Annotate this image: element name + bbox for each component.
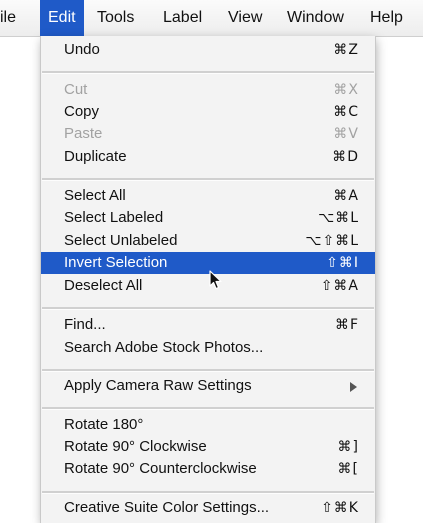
menu-item-shortcut: ⌥⇧⌘L (305, 233, 359, 249)
menu-item-shortcut: ⌘X (333, 82, 359, 98)
menu-item-undo[interactable]: Undo ⌘Z (41, 39, 375, 61)
menu-item-label: Cut (64, 81, 88, 98)
menubar-file[interactable]: ile (0, 0, 16, 36)
menu-item-label: Search Adobe Stock Photos... (64, 339, 264, 356)
menu-item-shortcut: ⇧⌘A (320, 278, 359, 294)
menu-item-duplicate[interactable]: Duplicate ⌘D (41, 146, 375, 168)
menu-item-label: Rotate 90° Counterclockwise (64, 460, 257, 477)
menubar-tools[interactable]: Tools (97, 0, 134, 36)
menu-item-shortcut: ⌘A (333, 188, 359, 204)
menu-item-shortcut: ⇧⌘I (326, 255, 359, 271)
menu-item-label: Deselect All (64, 277, 143, 294)
menu-item-creative-suite-color-settings[interactable]: Creative Suite Color Settings... ⇧⌘K (41, 497, 375, 519)
menu-item-label: Copy (64, 103, 100, 120)
menu-item-find[interactable]: Find... ⌘F (41, 314, 375, 336)
menu-item-copy[interactable]: Copy ⌘C (41, 101, 375, 123)
menu-item-label: Select Labeled (64, 209, 164, 226)
edit-menu: Undo ⌘Z Cut ⌘X Copy ⌘C Paste ⌘V Duplicat… (40, 36, 376, 523)
menubar-view[interactable]: View (228, 0, 262, 36)
menu-bar: ile Edit Tools Label View Window Help (0, 0, 423, 37)
menubar-window[interactable]: Window (287, 0, 344, 36)
menu-item-rotate-90-cw[interactable]: Rotate 90° Clockwise ⌘] (41, 436, 375, 458)
menu-item-label: Apply Camera Raw Settings (64, 377, 252, 394)
menu-item-shortcut: ⌘[ (337, 461, 359, 477)
menubar-label[interactable]: Label (163, 0, 202, 36)
mouse-pointer-icon (209, 270, 222, 290)
menu-item-rotate-90-ccw[interactable]: Rotate 90° Counterclockwise ⌘[ (41, 458, 375, 480)
menu-item-label: Creative Suite Color Settings... (64, 499, 270, 516)
menu-item-invert-selection[interactable]: Invert Selection ⇧⌘I (41, 252, 375, 274)
menu-item-shortcut: ⌘D (332, 149, 359, 165)
menu-item-shortcut: ⇧⌘K (321, 500, 359, 516)
menu-item-label: Select Unlabeled (64, 232, 178, 249)
menu-item-select-labeled[interactable]: Select Labeled ⌥⌘L (41, 207, 375, 229)
menu-item-shortcut: ⌘] (337, 439, 359, 455)
submenu-arrow-icon (350, 382, 357, 392)
menu-item-shortcut: ⌘Z (333, 42, 359, 58)
menu-separator (42, 407, 374, 410)
menu-separator (42, 369, 374, 372)
menu-item-select-unlabeled[interactable]: Select Unlabeled ⌥⇧⌘L (41, 230, 375, 252)
menubar-edit[interactable]: Edit (40, 0, 84, 36)
menu-item-label: Rotate 90° Clockwise (64, 438, 207, 455)
menu-item-label: Invert Selection (64, 254, 168, 271)
menu-separator (42, 71, 374, 74)
menu-separator (42, 307, 374, 310)
menubar-help[interactable]: Help (370, 0, 403, 36)
menu-item-shortcut: ⌘V (333, 126, 359, 142)
menu-item-label: Paste (64, 125, 103, 142)
menu-item-search-adobe-stock[interactable]: Search Adobe Stock Photos... (41, 337, 375, 359)
menu-separator (42, 491, 374, 494)
menu-item-label: Select All (64, 187, 126, 204)
menu-item-deselect-all[interactable]: Deselect All ⇧⌘A (41, 275, 375, 297)
menu-item-rotate-180[interactable]: Rotate 180° (41, 414, 375, 436)
menu-item-label: Duplicate (64, 148, 127, 165)
menu-item-shortcut: ⌘C (333, 104, 359, 120)
menu-item-shortcut: ⌘F (334, 317, 359, 333)
menu-separator (42, 178, 374, 181)
menu-item-select-all[interactable]: Select All ⌘A (41, 185, 375, 207)
menu-item-shortcut: ⌥⌘L (318, 210, 359, 226)
menu-item-cut: Cut ⌘X (41, 79, 375, 101)
menu-item-paste: Paste ⌘V (41, 123, 375, 145)
menu-item-label: Undo (64, 41, 100, 58)
menu-item-label: Rotate 180° (64, 416, 144, 433)
menu-item-apply-camera-raw[interactable]: Apply Camera Raw Settings (41, 375, 375, 397)
menu-item-label: Find... (64, 316, 106, 333)
